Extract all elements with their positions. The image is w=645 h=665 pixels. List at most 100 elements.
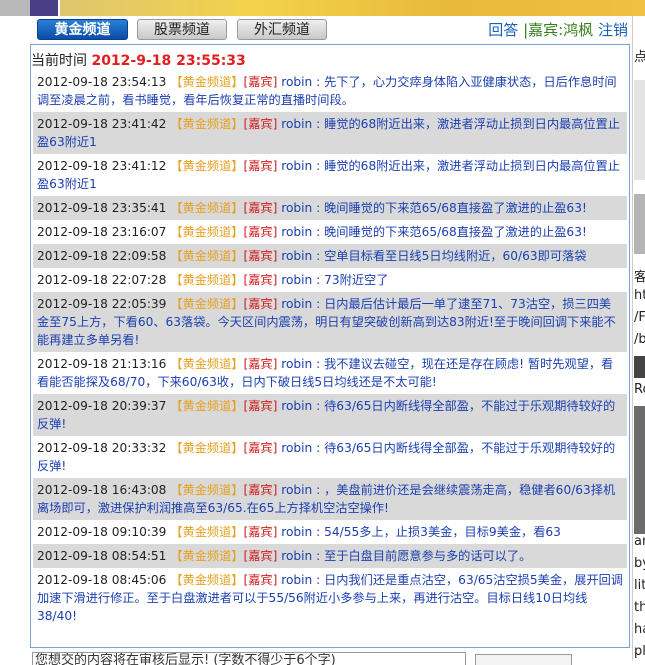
channel-tag: 【黄金频道】 [170,75,244,89]
message-timestamp: 2012-09-18 20:39:37 [37,399,167,413]
answer-link[interactable]: 回答 [488,21,518,39]
author-name: robin : [281,201,321,215]
message-timestamp: 2012-09-18 16:43:08 [37,483,167,497]
message-timestamp: 2012-09-18 22:09:58 [37,249,167,263]
sidebar-fragment: 客 [634,270,645,285]
author-name: robin : [281,573,321,587]
guest-label: |嘉宾: [523,21,564,39]
author-name: robin : [281,525,321,539]
message-row: 2012-09-18 23:54:13 【黄金频道】[嘉宾] robin : 先… [33,70,627,112]
message-timestamp: 2012-09-18 20:33:32 [37,441,167,455]
submit-button[interactable] [475,654,572,665]
message-text: 晚间睡觉的下来范65/68直接盈了激进的止盈63! [324,201,587,215]
message-list[interactable]: 2012-09-18 23:54:13 【黄金频道】[嘉宾] robin : 先… [33,70,627,628]
channel-tag: 【黄金频道】 [170,549,244,563]
reply-area: 您想交的内容将在审核后显示! (字数不得少于6个字) [30,648,630,665]
channel-tag: 【黄金频道】 [170,483,244,497]
message-timestamp: 2012-09-18 23:41:12 [37,159,167,173]
author-name: robin : [281,483,321,497]
channel-tag: 【黄金频道】 [170,525,244,539]
channel-tag: 【黄金频道】 [170,441,244,455]
tab-gold-channel[interactable]: 黄金频道 [37,19,128,40]
channel-tag: 【黄金频道】 [170,117,244,131]
current-time-value: 2012-9-18 23:55:33 [91,53,246,69]
tab-forex-channel[interactable]: 外汇频道 [237,19,327,40]
message-row: 2012-09-18 22:05:39 【黄金频道】[嘉宾] robin : 日… [33,292,627,352]
guest-tag: [嘉宾] [243,273,278,287]
message-text: 73附近空了 [324,273,389,287]
guest-tag: [嘉宾] [243,573,278,587]
channel-tag: 【黄金频道】 [170,573,244,587]
message-text: 空单目标看至日线5日均线附近，60/63即可落袋 [324,249,587,263]
message-timestamp: 2012-09-18 08:45:06 [37,573,167,587]
message-text: 至于白盘目前愿意参与多的话可以了。 [324,549,532,563]
channel-tag: 【黄金频道】 [170,273,244,287]
message-timestamp: 2012-09-18 23:16:07 [37,225,167,239]
author-name: robin : [281,399,321,413]
guest-tag: [嘉宾] [243,549,278,563]
message-row: 2012-09-18 16:43:08 【黄金频道】[嘉宾] robin : ，… [33,478,627,520]
banner-thumbnail [0,0,30,16]
author-name: robin : [281,357,321,371]
sidebar-image [634,194,645,254]
message-text: 晚间睡觉的下来范65/68直接盈了激进的止盈63! [324,225,587,239]
author-name: robin : [281,225,321,239]
guest-tag: [嘉宾] [243,399,278,413]
channel-toolbar: 黄金频道 股票频道 外汇频道 回答 |嘉宾:鸿枫 注销 [0,16,632,44]
banner-divider [58,0,60,16]
guest-tag: [嘉宾] [243,159,278,173]
message-row: 2012-09-18 20:39:37 【黄金频道】[嘉宾] robin : 待… [33,394,627,436]
sidebar-fragment[interactable]: /b [634,332,645,347]
guest-tag: [嘉宾] [243,441,278,455]
guest-tag: [嘉宾] [243,483,278,497]
message-row: 2012-09-18 23:35:41 【黄金频道】[嘉宾] robin : 晚… [33,196,627,220]
guest-tag: [嘉宾] [243,75,278,89]
sidebar-fragment[interactable]: /F [634,310,645,325]
message-timestamp: 2012-09-18 08:54:51 [37,549,167,563]
guest-name: 鸿枫 [563,21,594,39]
guest-tag: [嘉宾] [243,225,278,239]
channel-tag: 【黄金频道】 [170,357,244,371]
author-name: robin : [281,549,321,563]
sidebar-fragment: 点 [634,50,645,65]
channel-tag: 【黄金频道】 [170,399,244,413]
guest-tag: [嘉宾] [243,357,278,371]
message-timestamp: 2012-09-18 23:54:13 [37,75,167,89]
message-row: 2012-09-18 22:09:58 【黄金频道】[嘉宾] robin : 空… [33,244,627,268]
sidebar-fragment[interactable]: ht [634,288,645,303]
right-sidebar: 点 客 ht /F /b Ro ar by litt the ha pla [632,16,645,661]
logout-link[interactable]: 注销 [598,21,628,39]
tab-stock-channel[interactable]: 股票频道 [137,19,227,40]
sidebar-fragment: ar [634,534,645,549]
message-row: 2012-09-18 23:41:42 【黄金频道】[嘉宾] robin : 睡… [33,112,627,154]
channel-tag: 【黄金频道】 [170,225,244,239]
top-banner [0,0,645,16]
message-row: 2012-09-18 08:54:51 【黄金频道】[嘉宾] robin : 至… [33,544,627,568]
message-timestamp: 2012-09-18 23:41:42 [37,117,167,131]
author-name: robin : [281,75,321,89]
channel-tag: 【黄金频道】 [170,159,244,173]
author-name: robin : [281,159,321,173]
sidebar-fragment: pla [634,644,645,659]
message-row: 2012-09-18 20:33:32 【黄金频道】[嘉宾] robin : 待… [33,436,627,478]
reply-input[interactable]: 您想交的内容将在审核后显示! (字数不得少于6个字) [32,652,466,665]
channel-tag: 【黄金频道】 [170,201,244,215]
message-timestamp: 2012-09-18 22:07:28 [37,273,167,287]
guest-tag: [嘉宾] [243,525,278,539]
message-text: 54/55多上，止损3美金，目标9美金，看63 [324,525,561,539]
guest-tag: [嘉宾] [243,201,278,215]
message-row: 2012-09-18 09:10:39 【黄金频道】[嘉宾] robin : 5… [33,520,627,544]
guest-tag: [嘉宾] [243,249,278,263]
message-timestamp: 2012-09-18 23:35:41 [37,201,167,215]
live-message-panel: 当前时间 2012-9-18 23:55:33 2012-09-18 23:54… [30,44,630,648]
message-timestamp: 2012-09-18 21:13:16 [37,357,167,371]
author-name: robin : [281,273,321,287]
sidebar-fragment: by [634,556,645,571]
sidebar-fragment: Ro [634,382,645,397]
sidebar-image [634,406,645,534]
channel-tag: 【黄金频道】 [170,297,244,311]
sidebar-image [634,356,645,378]
author-name: robin : [281,117,321,131]
guest-tag: [嘉宾] [243,117,278,131]
current-time-bar: 当前时间 2012-9-18 23:55:33 [31,50,246,70]
